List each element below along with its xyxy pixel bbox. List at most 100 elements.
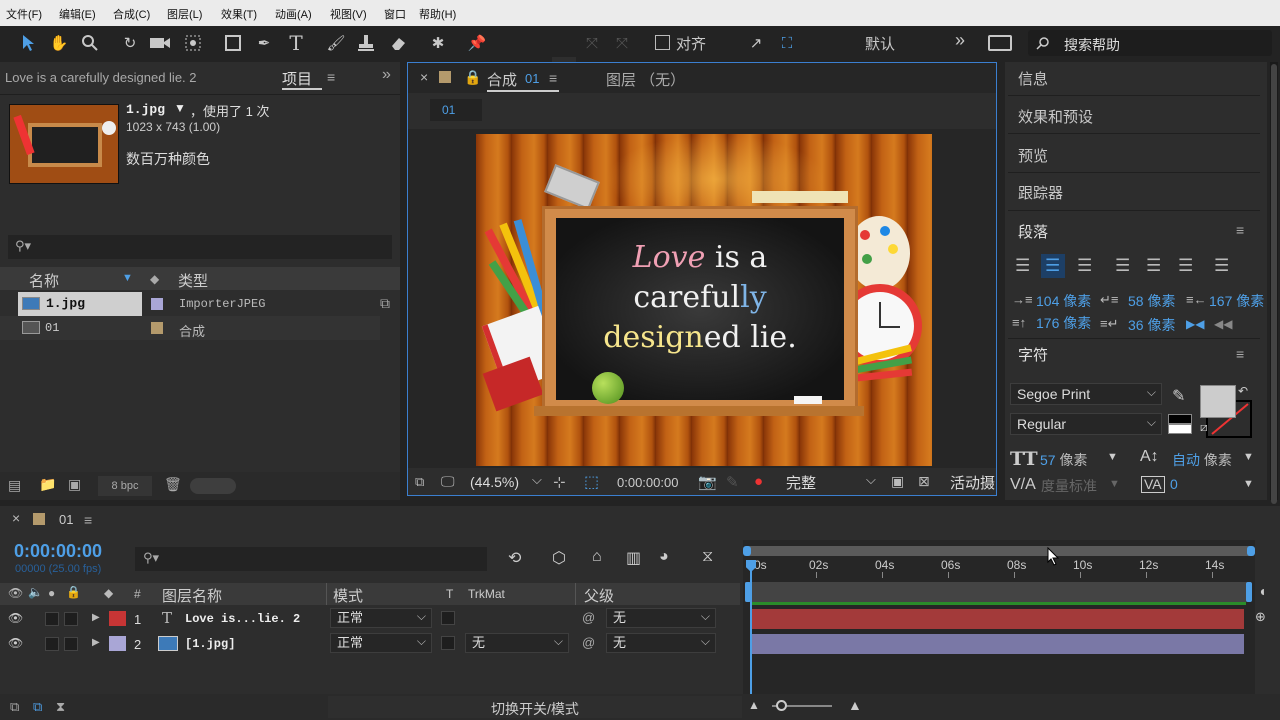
menu-window[interactable]: 窗口 <box>384 6 406 22</box>
comp-button-icon[interactable]: ⊕ <box>1255 609 1266 625</box>
col-type[interactable]: 类型 <box>178 270 208 291</box>
zoom-slider-handle[interactable] <box>776 700 787 711</box>
first-line-indent-value[interactable]: 176 像素 <box>1036 313 1091 333</box>
snap-edges-icon[interactable]: ⛶ <box>775 31 799 55</box>
active-camera-dropdown[interactable]: 活动摄 <box>950 472 995 493</box>
col-parent[interactable]: 父级 <box>584 585 614 606</box>
pan-behind-tool-icon[interactable] <box>181 31 205 55</box>
ltr-direction-icon[interactable]: ▶◀ <box>1186 317 1204 331</box>
close-comp-icon[interactable]: × <box>420 69 428 85</box>
font-size-dropdown-icon[interactable]: ▼ <box>1107 451 1118 463</box>
layer-1-duration-bar[interactable] <box>751 609 1244 629</box>
kerning-dropdown-icon[interactable]: ▼ <box>1109 478 1120 490</box>
align-center-icon[interactable]: ☰ <box>1045 256 1060 276</box>
font-family-dropdown[interactable]: Segoe Print <box>1010 382 1162 405</box>
video-switch-icon[interactable]: 👁 <box>8 586 23 600</box>
flowchart-icon[interactable]: ⧉ <box>380 295 390 312</box>
pen-tool-icon[interactable]: ✒ <box>252 31 276 55</box>
timeline-menu-icon[interactable]: ≡ <box>84 512 92 528</box>
work-area-end[interactable] <box>1246 582 1252 602</box>
justify-center-icon[interactable]: ☰ <box>1146 256 1161 276</box>
tracking-value[interactable]: 0 <box>1170 476 1178 492</box>
workspace-more-icon[interactable]: » <box>955 30 965 51</box>
thumbnail-slider[interactable] <box>190 478 236 494</box>
toggle-switches-modes-button[interactable]: 切换开关/模式 <box>328 696 742 718</box>
no-fill-icon[interactable]: ⧄ <box>1200 420 1208 435</box>
bpc-button[interactable]: 8 bpc <box>98 476 152 496</box>
col-mode[interactable]: 模式 <box>333 585 363 606</box>
align-left-icon[interactable]: ☰ <box>1015 256 1030 276</box>
type-tool-icon[interactable]: T <box>284 31 308 55</box>
camera-tool-icon[interactable] <box>148 31 172 55</box>
effects-presets-title[interactable]: 效果和预设 <box>1018 106 1093 127</box>
region-of-interest-icon[interactable]: ▣ <box>891 473 904 490</box>
menu-effect[interactable]: 效果(T) <box>221 6 257 22</box>
paragraph-title[interactable]: 段落 <box>1018 221 1048 242</box>
interpret-footage-icon[interactable]: ▤ <box>8 477 21 494</box>
layer-parent-dropdown[interactable]: 无 <box>606 607 716 628</box>
comp-breadcrumb[interactable]: 01 <box>430 99 482 121</box>
pickwhip-icon[interactable]: @ <box>582 610 595 625</box>
project-row-1jpg[interactable]: 1.jpg ImporterJPEG ⧉ <box>0 292 400 316</box>
transfer-controls-icon[interactable]: ⧉ <box>33 699 42 715</box>
layer-name[interactable]: Love is...lie. 2 <box>185 612 300 626</box>
justify-all-icon[interactable]: ☰ <box>1214 256 1229 276</box>
pickwhip-icon[interactable]: @ <box>582 635 595 650</box>
lock-switch-icon[interactable]: 🔒 <box>66 585 81 599</box>
lock-icon[interactable]: 🔒 <box>464 69 481 86</box>
timeline-comp-tab[interactable]: 01 <box>59 512 73 527</box>
expand-layer-icon[interactable]: ▶ <box>92 612 100 623</box>
puppet-pin-tool-icon[interactable]: 📌 <box>465 31 489 55</box>
expand-layer-icon[interactable]: ▶ <box>92 637 100 648</box>
layer-parent-dropdown[interactable]: 无 <box>606 632 716 653</box>
time-navigator[interactable] <box>743 546 1255 556</box>
workspace-default[interactable]: 默认 <box>865 33 895 54</box>
zoom-out-icon[interactable]: ▲ <box>748 698 760 712</box>
new-composition-icon[interactable]: ▣ <box>68 476 81 493</box>
col-name[interactable]: 名称 <box>29 270 59 291</box>
menu-composition[interactable]: 合成(C) <box>113 6 150 22</box>
project-menu-icon[interactable]: ≡ <box>327 69 335 85</box>
space-after-value[interactable]: 36 像素 <box>1128 315 1175 335</box>
fit-icon[interactable]: ⊹ <box>553 473 566 491</box>
toggle-grid-icon[interactable]: ⊠ <box>918 473 930 490</box>
channel-icon[interactable]: ● <box>754 473 763 490</box>
transparency-grid-icon[interactable]: ⬚ <box>584 472 599 492</box>
file-dropdown-icon[interactable]: ▼ <box>174 101 186 115</box>
align-checkbox[interactable] <box>655 35 670 50</box>
rectangle-tool-icon[interactable] <box>221 31 245 55</box>
right-scrollbar[interactable] <box>1270 62 1278 504</box>
character-title[interactable]: 字符 <box>1018 344 1048 365</box>
panel-expand-icon[interactable]: » <box>382 66 391 84</box>
comp-flowchart-icon[interactable]: ⟲ <box>508 548 521 568</box>
trash-icon[interactable]: 🗑 <box>164 476 182 493</box>
preview-title[interactable]: 预览 <box>1018 145 1048 166</box>
graph-editor-icon[interactable]: ⧖ <box>702 548 713 566</box>
layer-visibility-icon[interactable]: 👁 <box>8 636 23 650</box>
brush-tool-icon[interactable]: 🖌 <box>324 31 348 55</box>
snap-icon[interactable]: ↗ <box>744 31 768 55</box>
zoom-dropdown[interactable]: (44.5%) <box>470 474 519 490</box>
audio-switch-icon[interactable]: 🔈 <box>28 585 43 599</box>
in-out-icon[interactable]: ⧗ <box>56 699 65 715</box>
layer-mode-dropdown[interactable]: 正常 <box>330 632 432 653</box>
eraser-tool-icon[interactable] <box>386 31 410 55</box>
zoom-in-icon[interactable]: ▲ <box>848 697 862 713</box>
selection-tool-icon[interactable] <box>16 31 40 55</box>
layer-trkmat-dropdown[interactable]: 无 <box>465 632 569 653</box>
leading-dropdown-icon[interactable]: ▼ <box>1243 451 1254 463</box>
layer-mode-dropdown[interactable]: 正常 <box>330 607 432 628</box>
menu-edit[interactable]: 编辑(E) <box>59 6 96 22</box>
rtl-direction-icon[interactable]: ◀◀ <box>1214 317 1232 331</box>
menu-view[interactable]: 视图(V) <box>330 6 367 22</box>
sync-settings-icon[interactable] <box>988 35 1012 51</box>
frame-blending-icon[interactable]: ▥ <box>626 548 641 568</box>
info-panel-title[interactable]: 信息 <box>1018 68 1048 89</box>
align-right-icon[interactable]: ☰ <box>1077 256 1092 276</box>
font-size-value[interactable]: 57 像素 <box>1040 450 1087 470</box>
layer-label-color[interactable] <box>109 611 126 626</box>
motion-blur-icon[interactable]: ◕ <box>659 548 669 566</box>
shy-layers-icon[interactable]: ⌂ <box>592 548 602 566</box>
label-color[interactable] <box>151 298 163 310</box>
col-trkmat[interactable]: TrkMat <box>468 587 505 601</box>
